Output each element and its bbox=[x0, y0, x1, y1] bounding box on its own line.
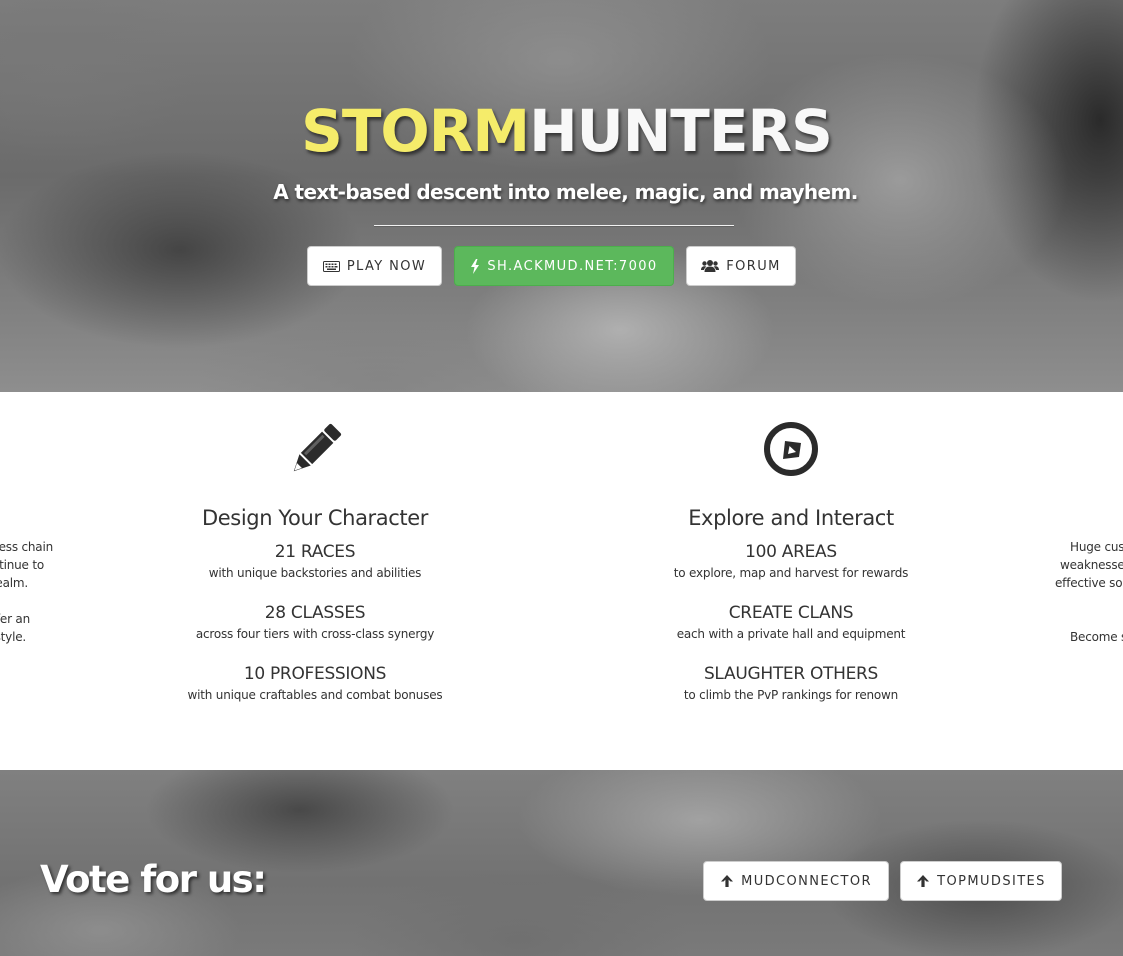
feature-heading: 28 CLASSES bbox=[264, 603, 366, 623]
clipped-text-line: Become s bbox=[1070, 630, 1123, 644]
clipped-text-line: less chain bbox=[0, 540, 53, 554]
feature-heading: CREATE CLANS bbox=[728, 603, 854, 623]
mudconnector-label: MUDCONNECTOR bbox=[741, 873, 872, 889]
feature-heading: 21 RACES bbox=[274, 542, 356, 562]
clipped-text-line: ealm. bbox=[0, 576, 28, 590]
site-title-storm: STORM bbox=[301, 97, 530, 165]
features-section: less chain ntinue to ealm. fer an style.… bbox=[0, 392, 1123, 770]
server-address-button[interactable]: SH.ACKMUD.NET:7000 bbox=[454, 246, 674, 286]
site-tagline: A text-based descent into melee, magic, … bbox=[273, 180, 858, 204]
feature-heading: 100 AREAS bbox=[745, 542, 837, 562]
server-address-label: SH.ACKMUD.NET:7000 bbox=[487, 258, 658, 274]
keyboard-icon bbox=[322, 260, 340, 272]
feature-description: across four tiers with cross-class syner… bbox=[195, 627, 435, 641]
users-icon bbox=[701, 259, 720, 273]
play-now-button[interactable]: PLAY NOW bbox=[307, 246, 442, 286]
feature-title: Explore and Interact bbox=[688, 506, 894, 530]
feature-description: with unique craftables and combat bonuse… bbox=[187, 688, 443, 702]
forum-button[interactable]: FORUM bbox=[686, 246, 796, 286]
clipped-text-line: effective sol bbox=[1055, 576, 1123, 590]
compass-icon bbox=[763, 421, 819, 482]
topmudsites-vote-button[interactable]: TOPMUDSITES bbox=[900, 861, 1062, 901]
hero-banner: STORMHUNTERS A text-based descent into m… bbox=[0, 0, 1123, 392]
hero-divider bbox=[374, 225, 734, 226]
feature-description: to climb the PvP rankings for renown bbox=[683, 688, 899, 702]
vote-banner: Vote for us: MUDCONNECTOR TOPMUDSITES bbox=[0, 770, 1123, 956]
feature-title: Design Your Character bbox=[202, 506, 428, 530]
mudconnector-vote-button[interactable]: MUDCONNECTOR bbox=[703, 861, 889, 901]
arrow-up-icon bbox=[916, 874, 930, 888]
play-now-label: PLAY NOW bbox=[346, 258, 427, 274]
clipped-text-line: weaknesses bbox=[1060, 558, 1123, 572]
feature-description: with unique backstories and abilities bbox=[208, 566, 422, 580]
feature-heading: SLAUGHTER OTHERS bbox=[703, 664, 879, 684]
clipped-text-line: style. bbox=[0, 630, 26, 644]
feature-description: to explore, map and harvest for rewards bbox=[673, 566, 909, 580]
pencil-icon bbox=[287, 422, 343, 483]
feature-heading: 10 PROFESSIONS bbox=[243, 664, 387, 684]
forum-label: FORUM bbox=[726, 258, 781, 274]
feature-description: each with a private hall and equipment bbox=[676, 627, 906, 641]
clipped-text-line: Huge cust bbox=[1070, 540, 1123, 554]
vote-heading: Vote for us: bbox=[40, 858, 267, 901]
arrow-up-icon bbox=[720, 874, 734, 888]
site-title-hunters: HUNTERS bbox=[529, 97, 833, 165]
topmudsites-label: TOPMUDSITES bbox=[937, 873, 1046, 889]
clipped-text-line: ntinue to bbox=[0, 558, 44, 572]
clipped-text-line: fer an bbox=[0, 612, 30, 626]
bolt-icon bbox=[470, 258, 480, 274]
site-title: STORMHUNTERS bbox=[0, 96, 1123, 166]
